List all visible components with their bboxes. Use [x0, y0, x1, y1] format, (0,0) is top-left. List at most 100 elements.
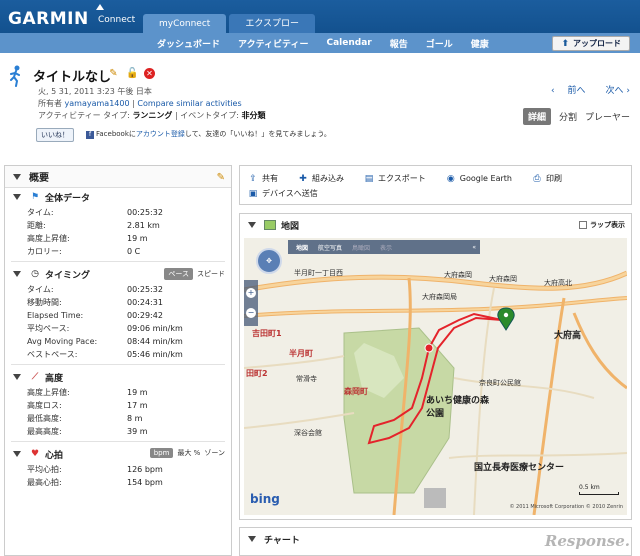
garmin-logo[interactable]: GARMIN: [8, 9, 89, 29]
overall-header[interactable]: ⚑ 全体データ: [5, 188, 231, 206]
tab-explore[interactable]: エクスプロー: [229, 14, 316, 34]
owner-link[interactable]: yamayama1400: [65, 99, 130, 108]
runner-icon: [10, 65, 20, 87]
view-tab-splits[interactable]: 分割: [559, 110, 577, 123]
zoom-in-button[interactable]: +: [246, 288, 256, 298]
prev-next-nav: ‹ 前へ 次へ ›: [541, 83, 630, 96]
toggle-speed[interactable]: スピード: [197, 269, 225, 279]
map-view-aerial[interactable]: 航空写真: [318, 243, 342, 252]
timing-section: ◷ タイミング ペース スピード タイム: 00:25:32 移動時間: 00:24…: [5, 265, 231, 361]
title-actions: ✎ 🔓 ✕: [108, 68, 162, 79]
activity-title[interactable]: タイトルなし: [33, 66, 111, 85]
fb-signup-link[interactable]: アカウント登録: [136, 130, 185, 138]
collapse-triangle-icon[interactable]: [13, 173, 21, 180]
edit-pencil-icon[interactable]: ✎: [108, 68, 119, 79]
like-label: いいね！: [41, 131, 69, 139]
subnav-activities[interactable]: アクティビティー: [238, 37, 308, 50]
map-view-road[interactable]: 地図: [296, 243, 308, 252]
overall-triangle-icon[interactable]: [13, 194, 21, 200]
facebook-icon: f: [86, 131, 94, 139]
chart-triangle-icon[interactable]: [248, 536, 256, 542]
heart-triangle-icon[interactable]: [13, 451, 21, 457]
stat-row: 最低高度: 8 m: [27, 414, 143, 423]
map-label: 田町2: [246, 369, 268, 378]
subnav-dashboard[interactable]: ダッシュボード: [157, 37, 220, 50]
elevation-triangle-icon[interactable]: [13, 374, 21, 380]
heart-section: ♥ 心拍 bpm 最大 % ゾーン 平均心拍: 126 bpm 最高心拍: 154 …: [5, 445, 231, 489]
map-view-labels[interactable]: 表示: [380, 243, 392, 252]
subnav-calendar[interactable]: Calendar: [327, 38, 372, 48]
chart-title: チャート: [264, 535, 300, 546]
export-action[interactable]: ▤ エクスポート: [364, 173, 426, 184]
upload-button[interactable]: ⬆ アップロード: [552, 36, 630, 51]
map-triangle-icon[interactable]: [248, 222, 256, 228]
stat-row: Avg Moving Pace: 08:44 min/km: [27, 337, 183, 346]
heart-title: 心拍: [45, 450, 64, 461]
delete-icon[interactable]: ✕: [144, 68, 155, 79]
lap-checkbox[interactable]: [579, 221, 587, 229]
activity-type-line: アクティビティー タイプ: ランニング | イベントタイプ: 非分類: [38, 110, 265, 121]
timing-toggles: ペース スピード: [160, 268, 225, 280]
map-label: 大府森岡: [489, 275, 517, 283]
fb-prefix: Facebookに: [96, 130, 136, 138]
compare-link[interactable]: Compare similar activities: [137, 99, 241, 108]
map-label: 常滑寺: [296, 375, 317, 383]
map-header[interactable]: 地図 ラップ表示: [240, 214, 631, 236]
tab-myconnect[interactable]: myConnect: [143, 14, 227, 34]
heart-icon: ♥: [30, 449, 40, 459]
subnav-goals[interactable]: ゴール: [426, 37, 453, 50]
event-value[interactable]: 非分類: [241, 111, 265, 120]
view-tab-details[interactable]: 詳細: [522, 108, 551, 125]
map-scale: 0.5 km: [579, 484, 619, 495]
view-tab-player[interactable]: プレーヤー: [585, 110, 630, 123]
summary-edit-icon[interactable]: ✎: [217, 172, 225, 183]
map-toolbar-collapse-icon[interactable]: «: [472, 244, 476, 251]
like-button[interactable]: いいね！: [36, 128, 74, 142]
toggle-max-percent[interactable]: 最大 %: [177, 448, 200, 458]
clock-icon: ◷: [31, 269, 39, 279]
elevation-header[interactable]: ⟋ 高度: [5, 368, 231, 386]
action-bar: ⇪ 共有 ✚ 組み込み ▤ エクスポート ◉ Google Earth ⎙ 印刷 ▣ デバイ…: [239, 165, 632, 205]
summary-title: 概要: [29, 173, 49, 184]
facebook-note: f Facebookにアカウント登録して、友達の「いいね！」を見てみましょう。: [86, 129, 331, 139]
stat-row: 高度上昇値: 19 m: [27, 388, 148, 397]
export-icon: ▤: [364, 173, 374, 184]
summary-header[interactable]: 概要 ✎: [5, 166, 231, 188]
lap-label: ラップ表示: [590, 221, 625, 229]
map-pan-control[interactable]: ✥: [256, 248, 282, 274]
map-icon: [264, 220, 276, 230]
activity-owner-line: 所有者 yamayama1400 | Compare similar activ…: [38, 98, 242, 109]
embed-action[interactable]: ✚ 組み込み: [298, 173, 344, 184]
stat-row: ベストペース: 05:46 min/km: [27, 350, 183, 359]
share-action[interactable]: ⇪ 共有: [248, 173, 278, 184]
toggle-zone[interactable]: ゾーン: [204, 448, 225, 458]
lock-icon[interactable]: 🔓: [126, 68, 138, 79]
send-device-icon: ▣: [248, 188, 258, 199]
timing-title: タイミング: [45, 270, 91, 281]
google-earth-action[interactable]: ◉ Google Earth: [446, 173, 512, 184]
event-label: イベントタイプ:: [180, 111, 239, 120]
send-device-action[interactable]: ▣ デバイスへ送信: [248, 188, 318, 199]
toggle-pace[interactable]: ペース: [164, 268, 193, 280]
map-label: 森岡町: [344, 387, 368, 396]
lap-display-option[interactable]: ラップ表示: [579, 220, 625, 230]
toggle-bpm[interactable]: bpm: [149, 448, 174, 458]
timing-triangle-icon[interactable]: [13, 271, 21, 277]
logo-subtitle: Connect: [98, 15, 136, 25]
map-zoom-bar: + −: [244, 280, 258, 326]
google-earth-icon: ◉: [446, 173, 455, 184]
summary-panel: 概要 ✎ ⚑ 全体データ タイム: 00:25:32 距離: 2.81 km 高度上…: [4, 165, 232, 556]
sub-navigation: ダッシュボード アクティビティー Calendar 報告 ゴール 健康: [0, 33, 640, 53]
stat-row: Elapsed Time: 00:29:42: [27, 311, 163, 320]
map-view-birdseye[interactable]: 鳥瞰図: [352, 243, 370, 252]
subnav-health[interactable]: 健康: [471, 37, 489, 50]
print-action[interactable]: ⎙ 印刷: [532, 173, 562, 184]
subnav-reports[interactable]: 報告: [390, 37, 408, 50]
map-label: 大府高: [554, 331, 582, 341]
map-canvas[interactable]: 地図 航空写真 鳥瞰図 表示 « ✥ + − 半月町一丁目西 大府森岡 大府森岡…: [244, 238, 627, 515]
prev-link[interactable]: ‹ 前へ: [551, 83, 585, 96]
type-value[interactable]: ランニング: [132, 111, 172, 120]
zoom-out-button[interactable]: −: [246, 308, 256, 318]
map-label: 奈良町公民館: [479, 379, 521, 387]
next-link[interactable]: 次へ ›: [596, 83, 630, 96]
